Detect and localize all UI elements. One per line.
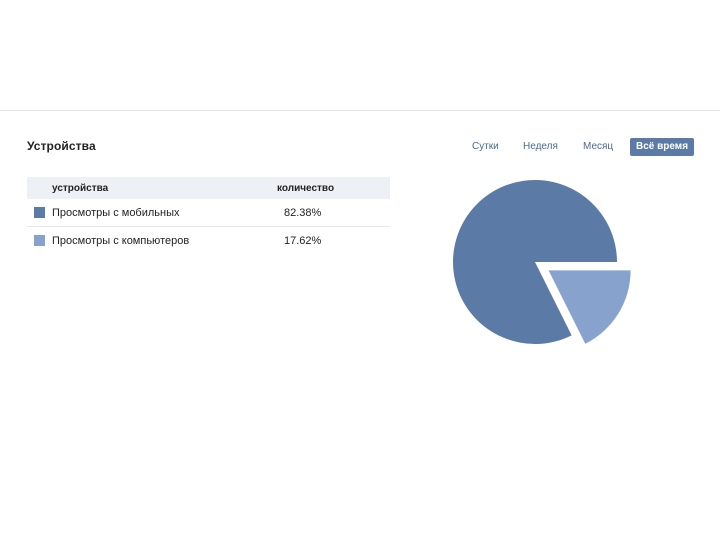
row-value: 17.62% bbox=[284, 234, 322, 247]
pie-chart bbox=[453, 180, 631, 344]
tab-week[interactable]: Неделя bbox=[523, 138, 558, 156]
legend-swatch-desktop bbox=[34, 235, 45, 247]
row-label: Просмотры с компьютеров bbox=[52, 234, 190, 247]
row-label: Просмотры с мобильных bbox=[52, 199, 277, 227]
header-count: количество bbox=[277, 182, 335, 194]
period-tabs: Сутки Неделя Месяц Всё время bbox=[462, 138, 702, 158]
legend-swatch-mobile bbox=[34, 207, 45, 219]
section-title: Устройства bbox=[27, 139, 96, 153]
tab-all-time[interactable]: Всё время bbox=[630, 138, 695, 156]
pie-chart-container bbox=[440, 170, 650, 360]
row-value: 82.38% bbox=[277, 199, 390, 227]
header-devices: устройства bbox=[52, 182, 109, 194]
table-row: Просмотры с компьютеров 17.62% bbox=[27, 227, 390, 255]
table-header-row: устройства количество bbox=[27, 177, 390, 199]
table-row: Просмотры с мобильных 82.38% bbox=[27, 199, 390, 227]
device-stats-page: Устройства Сутки Неделя Месяц Всё время … bbox=[0, 0, 720, 540]
tab-day[interactable]: Сутки bbox=[472, 138, 499, 156]
top-divider bbox=[0, 110, 720, 111]
tab-month[interactable]: Месяц bbox=[583, 138, 613, 156]
devices-table: устройства количество Просмотры с мобиль… bbox=[27, 177, 390, 254]
